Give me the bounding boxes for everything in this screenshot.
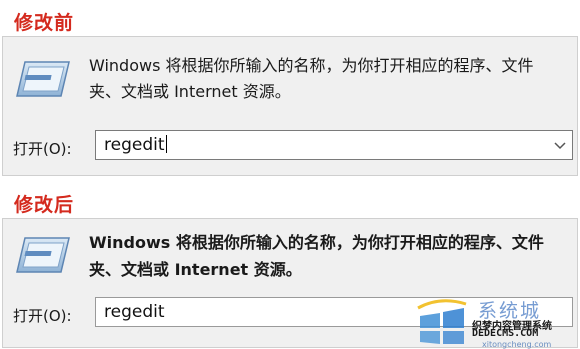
heading-before: 修改前	[14, 12, 75, 34]
watermark-site: DEDECMS.COM	[472, 328, 539, 339]
open-label: 打开(O):	[13, 307, 72, 325]
open-input[interactable]: regedit	[104, 135, 167, 155]
dialog-description: Windows 将根据你所输入的名称，为你打开相应的程序、文件夹、文档或 Int…	[89, 233, 544, 279]
open-input[interactable]: regedit	[104, 302, 165, 322]
run-app-icon	[16, 237, 70, 273]
site-watermark: 系统城 织梦内容管理系统 DEDECMS.COM xitongcheng.com	[416, 296, 580, 349]
run-app-icon	[16, 61, 70, 97]
heading-after: 修改后	[14, 194, 75, 216]
open-label: 打开(O):	[13, 140, 72, 158]
open-combobox[interactable]: regedit	[95, 130, 573, 160]
watermark-site-2: xitongcheng.com	[482, 340, 552, 349]
chevron-down-icon[interactable]	[552, 137, 568, 153]
dialog-description: Windows 将根据你所输入的名称，为你打开相应的程序、文件夹、文档或 Int…	[89, 56, 534, 101]
text-caret	[165, 135, 167, 153]
windows-logo-icon	[417, 299, 467, 344]
run-dialog-before: Windows 将根据你所输入的名称，为你打开相应的程序、文件夹、文档或 Int…	[2, 36, 578, 176]
